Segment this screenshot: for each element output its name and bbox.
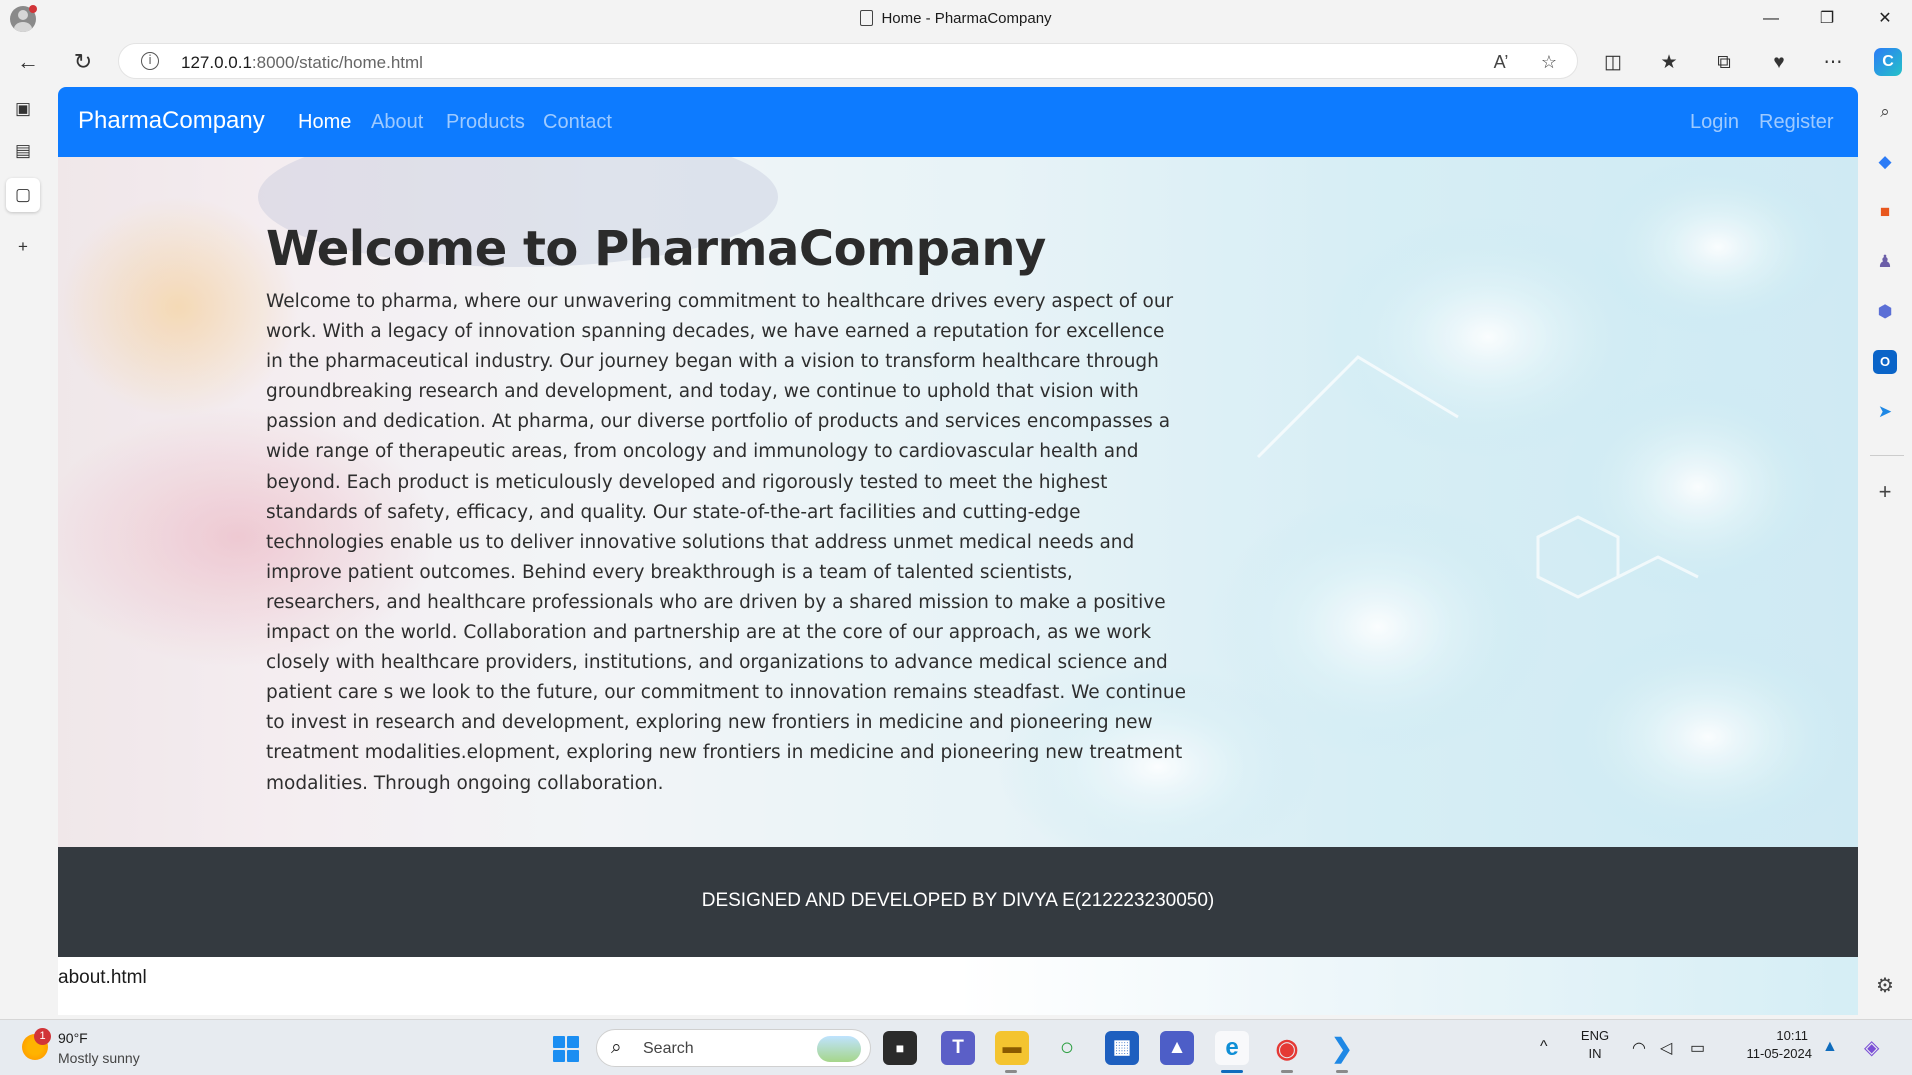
vertical-tabs-bar: ▣ ▤ ▢ + (0, 86, 47, 1016)
hero-section: Welcome to PharmaCompany Welcome to phar… (58, 157, 1858, 847)
footer-credit: DESIGNED AND DEVELOPED BY DIVYA E(212223… (701, 890, 1215, 911)
clock-date[interactable]: 11-05-2024 (1728, 1046, 1812, 1061)
store-app-icon[interactable]: ▦ (1105, 1031, 1139, 1065)
nav-link-about[interactable]: About (371, 111, 423, 134)
notification-bell-icon[interactable]: ▲ (1822, 1038, 1838, 1056)
page-viewport: PharmaCompany Home About Products Contac… (58, 87, 1858, 1015)
url-path: :8000/static/home.html (251, 53, 423, 72)
address-bar[interactable]: i 127.0.0.1:8000/static/home.html A’ ☆ (118, 43, 1578, 79)
windows-logo-tile (553, 1050, 565, 1062)
back-button[interactable]: ← (12, 46, 44, 78)
workspaces-icon[interactable]: ▤ (6, 134, 40, 168)
sidebar-settings-icon[interactable]: ⚙ (1873, 974, 1897, 998)
battery-icon[interactable]: ▭ (1690, 1038, 1705, 1058)
explorer-running-indicator (1005, 1070, 1017, 1073)
favorites-icon[interactable]: ★ (1656, 50, 1682, 76)
volume-icon[interactable]: ◁ (1660, 1038, 1672, 1058)
about-html-text: about.html (58, 967, 147, 988)
tab-actions-icon[interactable]: ▣ (6, 92, 40, 126)
weather-temperature[interactable]: 90°F (58, 1030, 88, 1046)
below-footer-area: about.html (58, 957, 1858, 1015)
sidebar-divider (1870, 455, 1904, 456)
nav-link-home[interactable]: Home (298, 111, 351, 134)
circle-app-icon[interactable]: ○ (1050, 1031, 1084, 1065)
reload-button[interactable]: ↻ (67, 46, 99, 78)
copilot-taskbar-icon[interactable]: ◈ (1864, 1035, 1879, 1060)
url-host: 127.0.0.1 (181, 53, 252, 72)
show-hidden-icons-chevron-icon[interactable]: ^ (1540, 1038, 1548, 1056)
language-region[interactable]: IN (1578, 1046, 1612, 1061)
new-tab-icon[interactable]: + (6, 230, 40, 264)
hero-paragraph: Welcome to pharma, where our unwavering … (266, 291, 1186, 794)
taskbar-search[interactable]: ⌕ Search (596, 1029, 871, 1067)
collections-icon[interactable]: ⧉ (1711, 50, 1737, 76)
more-menu-icon[interactable]: ⋯ (1820, 50, 1846, 76)
current-tab-page-icon[interactable]: ▢ (6, 178, 40, 212)
edge-app-icon[interactable]: e (1215, 1031, 1249, 1065)
sidebar-search-icon[interactable]: ⌕ (1873, 100, 1897, 124)
language-code[interactable]: ENG (1578, 1028, 1612, 1043)
edge-active-indicator (1221, 1070, 1243, 1073)
nav-link-register[interactable]: Register (1759, 111, 1833, 134)
teams-app-icon[interactable]: T (941, 1031, 975, 1065)
windows-logo-tile (553, 1036, 565, 1048)
games-icon[interactable]: ♟ (1873, 250, 1897, 274)
send-icon[interactable]: ➤ (1873, 400, 1897, 424)
outlook-icon[interactable]: O (1873, 350, 1897, 374)
vector-app-icon[interactable]: ▲ (1160, 1031, 1194, 1065)
site-navbar: PharmaCompany Home About Products Contac… (58, 87, 1858, 157)
site-brand[interactable]: PharmaCompany (78, 107, 265, 135)
site-footer: DESIGNED AND DEVELOPED BY DIVYA E(212223… (58, 847, 1858, 957)
clock-time[interactable]: 10:11 (1728, 1028, 1808, 1043)
extensions-icon[interactable]: ♥ (1766, 50, 1792, 76)
close-button[interactable]: ✕ (1862, 4, 1908, 34)
windows-logo-tile (567, 1036, 579, 1048)
search-icon: ⌕ (611, 1037, 622, 1058)
read-aloud-icon[interactable]: A’ (1489, 50, 1513, 74)
windows-taskbar: 1 90°F Mostly sunny ⌕ Search ■ T ▬ ○ ▦ ▲… (0, 1019, 1912, 1075)
sidebar-add-icon[interactable]: + (1873, 480, 1897, 504)
search-label: Search (643, 1040, 694, 1057)
file-explorer-icon[interactable]: ▬ (995, 1031, 1029, 1065)
hero-content: Welcome to PharmaCompany Welcome to phar… (266, 217, 1186, 799)
nav-link-contact[interactable]: Contact (543, 111, 612, 134)
minimize-button[interactable]: — (1748, 4, 1794, 34)
favorite-star-icon[interactable]: ☆ (1537, 50, 1561, 74)
chrome-running-indicator (1281, 1070, 1293, 1073)
wifi-icon[interactable]: ◠ (1632, 1038, 1646, 1058)
window-title-text: Home - PharmaCompany (881, 10, 1052, 27)
shopping-icon[interactable]: ◆ (1873, 150, 1897, 174)
start-button[interactable] (553, 1036, 579, 1062)
document-icon (860, 10, 874, 26)
weather-description[interactable]: Mostly sunny (58, 1050, 140, 1066)
window-titlebar: Home - PharmaCompany — ❐ ✕ (0, 0, 1912, 38)
restore-button[interactable]: ❐ (1804, 4, 1850, 34)
vscode-app-icon[interactable]: ❯ (1325, 1031, 1359, 1065)
site-info-icon[interactable]: i (141, 52, 159, 70)
url-text[interactable]: 127.0.0.1:8000/static/home.html (181, 53, 423, 73)
browser-toolbar: ← ↻ i 127.0.0.1:8000/static/home.html A’… (0, 38, 1912, 86)
terminal-app-icon[interactable]: ■ (883, 1031, 917, 1065)
nav-link-login[interactable]: Login (1690, 111, 1739, 134)
search-highlight-image (817, 1036, 861, 1062)
chrome-app-icon[interactable]: ◉ (1270, 1031, 1304, 1065)
window-title: Home - PharmaCompany (0, 10, 1912, 27)
nav-link-products[interactable]: Products (446, 111, 525, 134)
weather-badge: 1 (34, 1028, 51, 1045)
copilot-button[interactable]: C (1874, 48, 1902, 76)
windows-logo-tile (567, 1050, 579, 1062)
hero-heading: Welcome to PharmaCompany (266, 221, 1046, 277)
split-screen-icon[interactable]: ◫ (1600, 50, 1626, 76)
microsoft-365-icon[interactable]: ⬢ (1873, 300, 1897, 324)
vscode-running-indicator (1336, 1070, 1348, 1073)
tools-icon[interactable]: ■ (1873, 200, 1897, 224)
edge-sidebar: ⌕ ◆ ■ ♟ ⬢ O ➤ + ⚙ (1858, 86, 1912, 1016)
